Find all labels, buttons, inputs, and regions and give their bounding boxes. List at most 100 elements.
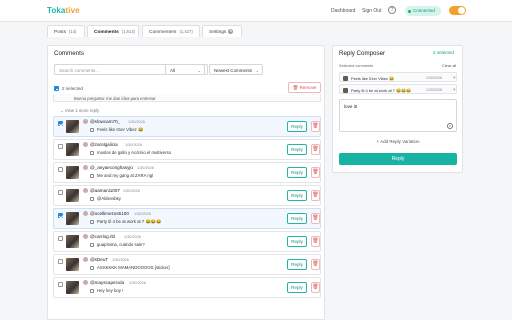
comment-date: 1/30/2026 (128, 119, 145, 124)
comment-username[interactable]: @_anyaeconghasyjo (90, 165, 133, 170)
top-bar: Tokative Dashboard Sign Out ? Connected (0, 0, 512, 22)
post-thumbnail (66, 120, 79, 133)
sign-out-link[interactable]: Sign Out (362, 8, 381, 14)
close-icon[interactable]: × (453, 87, 456, 92)
row-checkbox[interactable] (58, 190, 63, 195)
connection-status-badge: Connected (405, 6, 441, 16)
avatar (83, 257, 88, 262)
view-more-replies-link[interactable]: ⌄ View 1 more reply (60, 108, 99, 114)
comment-date: 1/30/2026 (134, 211, 151, 216)
reply-button[interactable]: Reply (287, 236, 307, 247)
comment-username[interactable]: @mayscapecula (90, 280, 124, 285)
comment-username[interactable]: @slowcam70_ (90, 119, 120, 124)
post-thumbnail (66, 281, 79, 294)
selected-comment-chip: Feels like 01er Vibez 😂 1/30/2026 × (339, 72, 457, 82)
delete-button[interactable]: 🗑 (311, 236, 320, 247)
delete-button[interactable]: 🗑 (311, 213, 320, 224)
row-checkbox[interactable] (58, 213, 63, 218)
reply-icon (90, 196, 94, 201)
composer-title: Reply Composer (339, 50, 386, 57)
reply-textarea[interactable]: love it! (339, 99, 457, 132)
theme-toggle[interactable] (449, 6, 466, 15)
comment-date: 1/30/2026 (137, 165, 154, 170)
comment-text: Feels like 01er Vibez 😂 (90, 127, 143, 133)
dashboard-link[interactable]: Dashboard (331, 8, 355, 14)
selected-comments-label: Selected comments (339, 63, 374, 68)
comment-row[interactable]: @zarolgalicia 1/30/2026 muslos de gallo … (53, 139, 321, 160)
delete-button[interactable]: 🗑 (311, 282, 320, 293)
post-thumbnail (66, 258, 79, 271)
selected-comment-chip: Party til 4 be at work at 7 😂😂😂 1/30/202… (339, 84, 457, 94)
row-checkbox[interactable] (58, 259, 63, 264)
comment-row[interactable]: @ocellimezos5100 1/30/2026 Party til 4 b… (53, 208, 321, 229)
emoji-icon[interactable]: ☺ (447, 123, 453, 129)
close-icon[interactable]: × (453, 75, 456, 80)
clear-all-link[interactable]: Clear all (442, 63, 456, 68)
tab-commenters[interactable]: Commenters (1,427) (142, 25, 200, 37)
select-all-checkbox[interactable] (54, 86, 59, 91)
remove-button[interactable]: 🗑 Remove (288, 82, 321, 93)
add-reply-variation-button[interactable]: + Add Reply Variation (339, 139, 457, 144)
delete-button[interactable]: 🗑 (311, 144, 320, 155)
row-checkbox[interactable] (58, 236, 63, 241)
reply-button[interactable]: Reply (287, 259, 307, 270)
post-thumbnail (66, 212, 79, 225)
comment-row[interactable]: @mayscapecula 1/30/2026 Hey hey boy ! Re… (53, 277, 321, 298)
selected-count: 2 selected (62, 85, 83, 91)
comment-text: @Aldevsbky (90, 196, 121, 201)
avatar (83, 211, 88, 216)
row-checkbox[interactable] (58, 282, 63, 287)
reply-button[interactable]: Reply (287, 144, 307, 155)
comment-row[interactable]: @aamani1007 1/30/2026 @Aldevsbky Reply 🗑 (53, 185, 321, 206)
comment-row[interactable]: @_anyaeconghasyjo 1/30/2026 Me and my ga… (53, 162, 321, 183)
gear-icon: ⚙ (228, 29, 234, 34)
comment-row[interactable]: @carrlog.rbl 1/30/2026 guapísima, cuándo… (53, 231, 321, 252)
row-checkbox[interactable] (58, 167, 63, 172)
reply-icon (90, 173, 94, 178)
tab-posts[interactable]: Posts (14) (47, 25, 85, 37)
comment-text: Me and my gang at ZARA ngl (90, 173, 153, 178)
reply-button[interactable]: Reply (287, 213, 307, 224)
comment-text: ASSKKKK MAMANDOOOOS [sticker] (90, 265, 170, 270)
comment-username[interactable]: @zarolgalicia (90, 142, 118, 147)
delete-button[interactable]: 🗑 (311, 121, 320, 132)
filter-select[interactable]: All ⌄ (165, 64, 205, 75)
reply-button[interactable]: Reply (287, 167, 307, 178)
reply-button[interactable]: Reply (287, 121, 307, 132)
comment-username[interactable]: @sDeuT (90, 257, 108, 262)
avatar (83, 234, 88, 239)
delete-button[interactable]: 🗑 (311, 167, 320, 178)
comment-username[interactable]: @carrlog.rbl (90, 234, 115, 239)
comment-text: muslos de gallo y Acórnio el multiverso (90, 150, 171, 155)
composer-selected-count: 2 selected (433, 50, 454, 55)
post-thumbnail (66, 235, 79, 248)
reply-button[interactable]: Reply (287, 282, 307, 293)
post-thumbnail (343, 75, 348, 81)
post-thumbnail (66, 189, 79, 202)
tab-comments[interactable]: Comments (1,614) (87, 25, 139, 37)
comments-panel: Comments Search comments... All ⌄ Newest … (47, 45, 325, 320)
avatar (83, 188, 88, 193)
sort-select[interactable]: Newest Comments ⌄ (209, 64, 263, 75)
comment-date: 1/30/2026 (123, 188, 140, 193)
reply-icon (90, 242, 94, 247)
previous-reply-row: Buena pregunta: me dan ídea para entrena… (53, 94, 321, 102)
comment-username[interactable]: @ocellimezos5100 (90, 211, 129, 216)
row-checkbox[interactable] (58, 144, 63, 149)
app-logo[interactable]: Tokative (47, 6, 80, 15)
send-reply-button[interactable]: Reply (339, 153, 457, 165)
row-checkbox[interactable] (58, 121, 63, 126)
delete-button[interactable]: 🗑 (311, 190, 320, 201)
comment-username[interactable]: @aamani1007 (90, 188, 120, 193)
reply-button[interactable]: Reply (287, 190, 307, 201)
comment-row[interactable]: @slowcam70_ 1/30/2026 Feels like 01er Vi… (53, 116, 321, 137)
help-icon[interactable]: ? (388, 6, 396, 14)
post-thumbnail (66, 143, 79, 156)
avatar (83, 142, 88, 147)
avatar (83, 165, 88, 170)
comment-text: Party til 4 be at work at 7 😂😂😂 (90, 219, 162, 225)
reply-icon (90, 219, 94, 224)
delete-button[interactable]: 🗑 (311, 259, 320, 270)
tab-settings[interactable]: Settings ⚙ (202, 25, 242, 37)
comment-row[interactable]: @sDeuT 1/30/2026 ASSKKKK MAMANDOOOOS [st… (53, 254, 321, 275)
